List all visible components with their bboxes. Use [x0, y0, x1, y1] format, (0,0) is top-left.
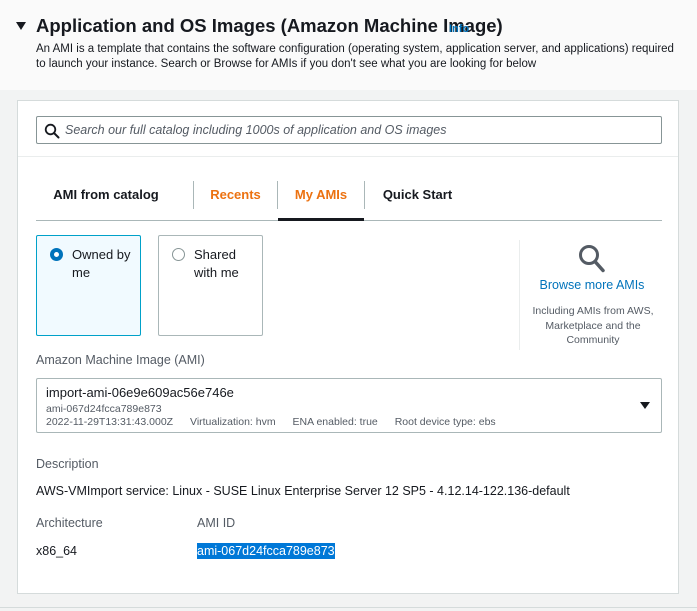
section-header: Application and OS Images (Amazon Machin…: [0, 0, 697, 90]
owned-by-me-label: Owned by me: [72, 247, 131, 280]
ami-panel: AMI from catalog Recents My AMIs Quick S…: [17, 100, 679, 594]
ami-select-label: Amazon Machine Image (AMI): [36, 353, 205, 367]
ami-select-name: import-ami-06e9e609ac56e746e: [46, 385, 234, 400]
search-box[interactable]: [36, 116, 662, 144]
search-input[interactable]: [65, 117, 655, 143]
browse-more-amis-link[interactable]: Browse more AMIs: [520, 278, 664, 292]
chevron-down-icon[interactable]: [640, 402, 650, 409]
shared-with-me-label: Shared with me: [194, 247, 239, 280]
owned-by-me-option[interactable]: Owned by me: [36, 235, 141, 336]
browse-note: Including AMIs from AWS, Marketplace and…: [532, 305, 654, 346]
ami-id-value: ami-067d24fcca789e873: [197, 543, 335, 559]
ami-select-meta: 2022-11-29T13:31:43.000Z Virtualization:…: [46, 416, 510, 428]
tab-quick-start[interactable]: Quick Start: [365, 181, 470, 220]
architecture-value: x86_64: [36, 544, 78, 558]
tab-my-amis[interactable]: My AMIs: [278, 181, 364, 221]
ami-virtualization: Virtualization: hvm: [190, 416, 276, 428]
ami-tabs: AMI from catalog Recents My AMIs Quick S…: [36, 181, 662, 221]
shared-with-me-option[interactable]: Shared with me: [158, 235, 263, 336]
info-link[interactable]: Info: [449, 23, 469, 35]
radio-selected-icon[interactable]: [50, 248, 63, 261]
ami-ena: ENA enabled: true: [292, 416, 378, 428]
search-bar-area: [18, 101, 678, 157]
ami-creation-date: 2022-11-29T13:31:43.000Z: [46, 416, 174, 428]
description-label: Description: [36, 457, 99, 471]
tab-ami-from-catalog[interactable]: AMI from catalog: [36, 181, 176, 220]
collapse-caret-icon[interactable]: [16, 22, 26, 30]
section-description: An AMI is a template that contains the s…: [36, 43, 674, 70]
ami-root-device: Root device type: ebs: [394, 416, 496, 428]
ami-select-id: ami-067d24fcca789e873: [46, 403, 162, 415]
magnifier-icon: [579, 245, 605, 273]
search-icon: [44, 123, 60, 139]
browse-more-amis: Browse more AMIs Including AMIs from AWS…: [519, 240, 663, 350]
ami-select-dropdown[interactable]: import-ami-06e9e609ac56e746e ami-067d24f…: [36, 378, 662, 433]
architecture-label: Architecture: [36, 516, 103, 530]
selected-text-highlight[interactable]: ami-067d24fcca789e873: [197, 543, 335, 559]
description-value: AWS-VMImport service: Linux - SUSE Linux…: [36, 484, 570, 498]
ami-id-label: AMI ID: [197, 516, 236, 530]
bottom-divider: [0, 607, 697, 608]
section-title: Application and OS Images (Amazon Machin…: [36, 15, 503, 36]
radio-unselected-icon[interactable]: [172, 248, 185, 261]
tab-recents[interactable]: Recents: [194, 181, 277, 220]
